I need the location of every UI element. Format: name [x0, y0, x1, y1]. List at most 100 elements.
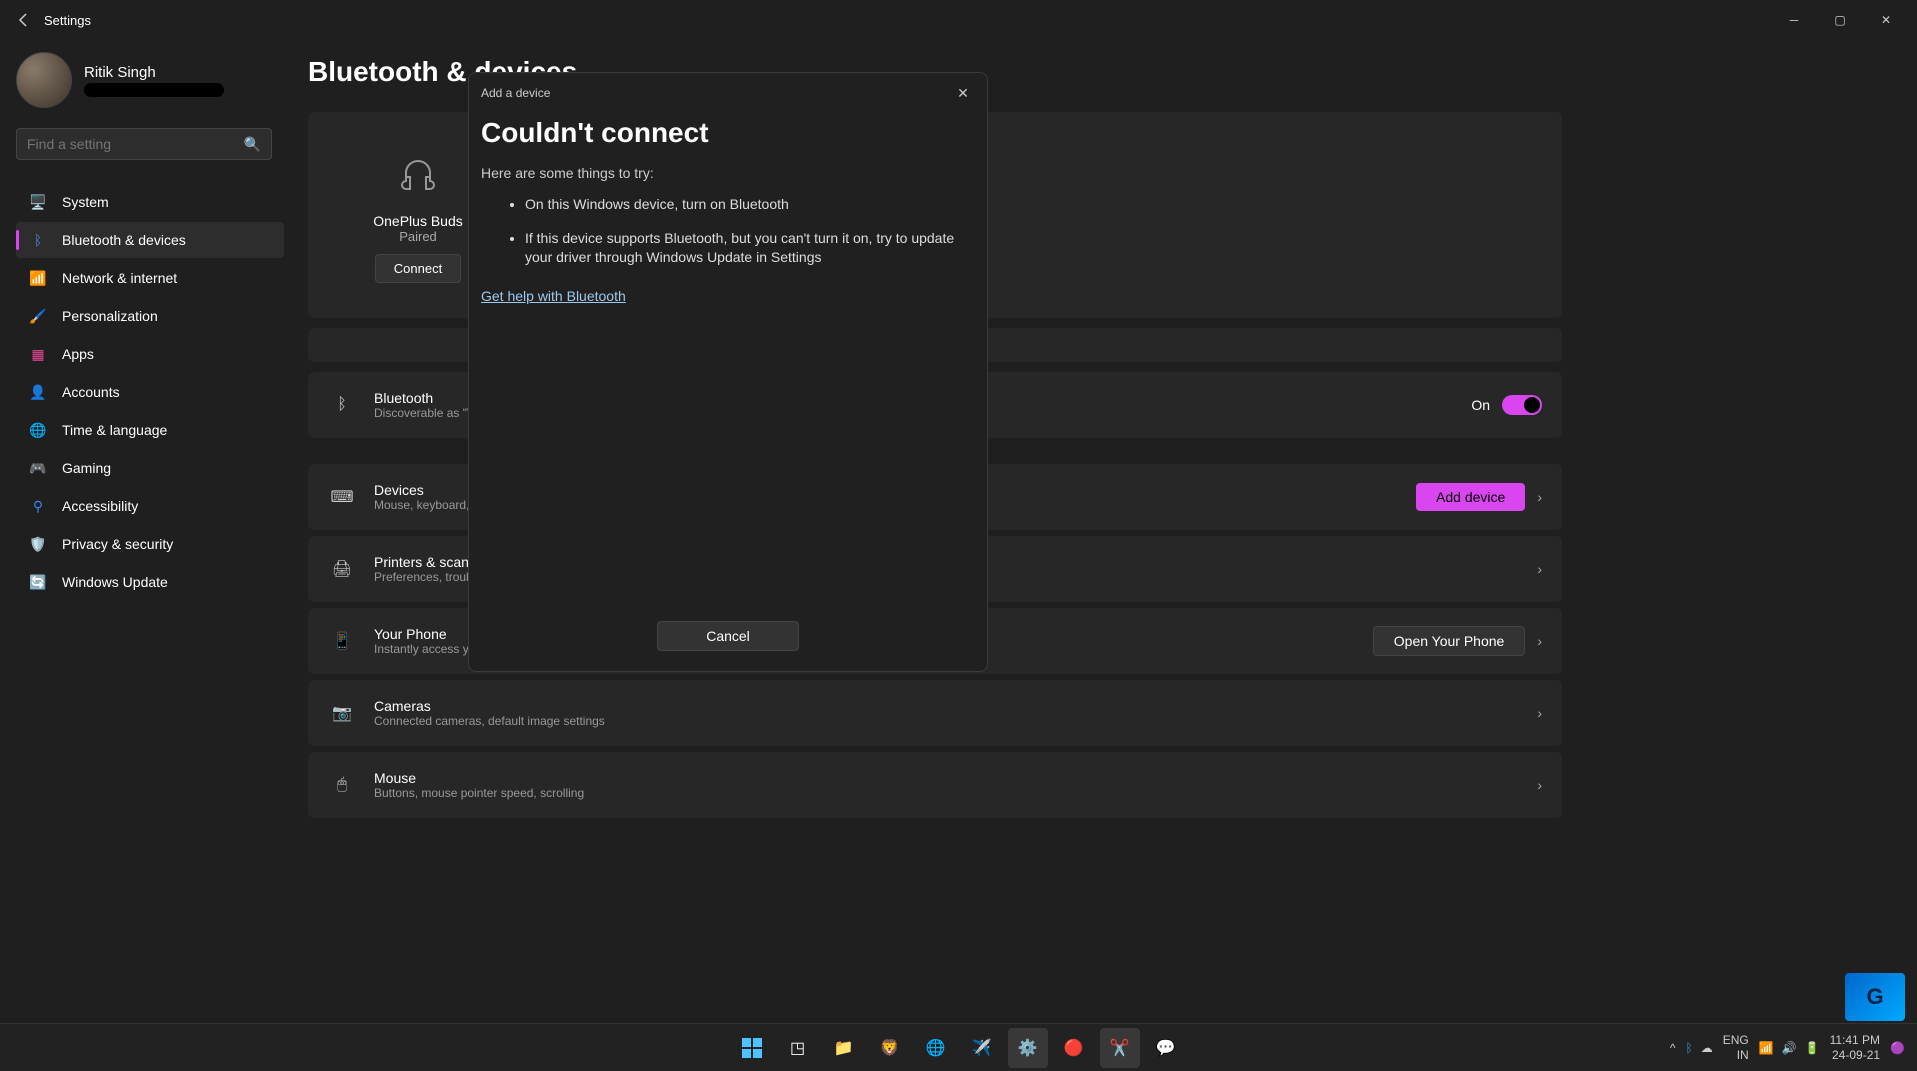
dialog-title: Couldn't connect — [481, 117, 959, 149]
nav-icon: 👤 — [28, 382, 48, 402]
sidebar-item-bluetooth-devices[interactable]: ᛒBluetooth & devices — [16, 222, 284, 258]
sidebar-item-system[interactable]: 🖥️ System — [16, 184, 284, 220]
nav-icon: 🌐 — [28, 420, 48, 440]
nav-label: Accounts — [62, 384, 120, 400]
chrome-icon[interactable]: 🔴 — [1054, 1028, 1094, 1068]
sidebar-item-windows-update[interactable]: 🔄 Windows Update — [16, 564, 284, 600]
nav-label: Network & internet — [62, 270, 177, 286]
battery-tray-icon[interactable]: 🔋 — [1805, 1041, 1820, 1055]
cancel-button[interactable]: Cancel — [657, 621, 799, 651]
nav-label: Windows Update — [62, 574, 168, 590]
sidebar-item-personalization[interactable]: 🖌️Personalization — [16, 298, 284, 334]
chevron-right-icon: › — [1537, 777, 1542, 793]
nav-icon: 📶 — [28, 268, 48, 288]
nav-label: Accessibility — [62, 498, 138, 514]
open-your-phone-button[interactable]: Open Your Phone — [1373, 626, 1526, 656]
get-help-link[interactable]: Get help with Bluetooth — [481, 288, 626, 304]
search-box[interactable]: 🔍 — [16, 128, 272, 160]
cameras-sub: Connected cameras, default image setting… — [374, 714, 1537, 728]
nav-icon: 🛡️ — [28, 534, 48, 554]
task-view-button[interactable]: ◳ — [778, 1028, 818, 1068]
nav-icon: 🎮 — [28, 458, 48, 478]
bluetooth-icon: ᛒ — [328, 391, 356, 419]
sidebar: Ritik Singh 🔍 🖥️ System ᛒBluetooth & devic… — [0, 40, 300, 1023]
taskbar: ◳ 📁 🦁 🌐 ✈️ ⚙️ 🔴 ✂️ 💬 ^ ᛒ ☁ ENG IN 📶 🔊 🔋 … — [0, 1023, 1917, 1071]
chevron-right-icon: › — [1537, 633, 1542, 649]
add-device-dialog: Add a device ✕ Couldn't connect Here are… — [468, 72, 988, 672]
dialog-bullet-2: If this device supports Bluetooth, but y… — [525, 229, 959, 268]
dialog-subtitle: Here are some things to try: — [481, 165, 959, 181]
chevron-right-icon: › — [1537, 561, 1542, 577]
volume-tray-icon[interactable]: 🔊 — [1782, 1041, 1797, 1055]
toggle-label: On — [1471, 397, 1490, 413]
hangouts-icon[interactable]: 💬 — [1146, 1028, 1186, 1068]
camera-icon: 📷 — [328, 699, 356, 727]
watermark-logo: G — [1845, 973, 1905, 1021]
sidebar-item-apps[interactable]: ▦ Apps — [16, 336, 284, 372]
sidebar-item-network-internet[interactable]: 📶 Network & internet — [16, 260, 284, 296]
profile-email-redacted — [84, 83, 224, 97]
mouse-icon: 🖱 — [328, 771, 356, 799]
search-input[interactable] — [27, 136, 261, 152]
close-button[interactable]: ✕ — [1863, 4, 1909, 36]
devices-icon: ⌨ — [328, 483, 356, 511]
sidebar-item-gaming[interactable]: 🎮 Gaming — [16, 450, 284, 486]
nav-label: Personalization — [62, 308, 158, 324]
minimize-button[interactable]: ─ — [1771, 4, 1817, 36]
snipping-tool-icon[interactable]: ✂️ — [1100, 1028, 1140, 1068]
back-button[interactable] — [8, 4, 40, 36]
settings-icon[interactable]: ⚙️ — [1008, 1028, 1048, 1068]
nav-icon: ⚲ — [28, 496, 48, 516]
nav-label: Apps — [62, 346, 94, 362]
nav-label: System — [62, 194, 109, 210]
mouse-title: Mouse — [374, 770, 1537, 786]
nav-label: Time & language — [62, 422, 167, 438]
app-title: Settings — [44, 13, 91, 28]
arrow-left-icon — [16, 12, 32, 28]
sidebar-item-accessibility[interactable]: ⚲ Accessibility — [16, 488, 284, 524]
maximize-button[interactable]: ▢ — [1817, 4, 1863, 36]
nav-label: Privacy & security — [62, 536, 173, 552]
chevron-right-icon: › — [1537, 705, 1542, 721]
sidebar-item-accounts[interactable]: 👤 Accounts — [16, 374, 284, 410]
search-icon: 🔍 — [244, 136, 261, 153]
chevron-right-icon: › — [1537, 489, 1542, 505]
dialog-bullet-1: On this Windows device, turn on Bluetoot… — [525, 195, 959, 215]
file-explorer-icon[interactable]: 📁 — [824, 1028, 864, 1068]
brave-icon[interactable]: 🦁 — [870, 1028, 910, 1068]
cameras-title: Cameras — [374, 698, 1537, 714]
telegram-icon[interactable]: ✈️ — [962, 1028, 1002, 1068]
nav-label: Bluetooth & devices — [62, 232, 186, 248]
mouse-sub: Buttons, mouse pointer speed, scrolling — [374, 786, 1537, 800]
nav-icon: 🖥️ — [28, 192, 48, 212]
phone-icon: 📱 — [328, 627, 356, 655]
add-device-button[interactable]: Add device — [1416, 483, 1525, 511]
window-controls: ─ ▢ ✕ — [1771, 4, 1909, 36]
cameras-card[interactable]: 📷 Cameras Connected cameras, default ima… — [308, 680, 1562, 746]
edge-icon[interactable]: 🌐 — [916, 1028, 956, 1068]
mouse-card[interactable]: 🖱 Mouse Buttons, mouse pointer speed, sc… — [308, 752, 1562, 818]
bluetooth-toggle[interactable] — [1502, 395, 1542, 415]
start-button[interactable] — [732, 1028, 772, 1068]
nav-icon: 🔄 — [28, 572, 48, 592]
nav-label: Gaming — [62, 460, 111, 476]
clock[interactable]: 11:41 PM 24-09-21 — [1830, 1033, 1880, 1062]
nav-icon: ▦ — [28, 344, 48, 364]
twitch-tray-icon[interactable]: 🟣 — [1890, 1041, 1905, 1055]
connect-button[interactable]: Connect — [375, 254, 461, 283]
profile-name: Ritik Singh — [84, 64, 224, 81]
wifi-tray-icon[interactable]: 📶 — [1759, 1041, 1774, 1055]
printer-icon: 🖨 — [328, 555, 356, 583]
titlebar: Settings ─ ▢ ✕ — [0, 0, 1917, 40]
headset-icon — [390, 147, 446, 203]
profile-section[interactable]: Ritik Singh — [16, 52, 284, 108]
sidebar-item-privacy-security[interactable]: 🛡️ Privacy & security — [16, 526, 284, 562]
onedrive-tray-icon[interactable]: ☁ — [1701, 1041, 1713, 1055]
language-indicator[interactable]: ENG IN — [1723, 1033, 1749, 1062]
dialog-close-button[interactable]: ✕ — [951, 81, 975, 105]
sidebar-item-time-language[interactable]: 🌐 Time & language — [16, 412, 284, 448]
tray-overflow-icon[interactable]: ^ — [1670, 1041, 1676, 1055]
bluetooth-tray-icon[interactable]: ᛒ — [1685, 1041, 1692, 1055]
avatar — [16, 52, 72, 108]
dialog-header-title: Add a device — [481, 86, 550, 100]
